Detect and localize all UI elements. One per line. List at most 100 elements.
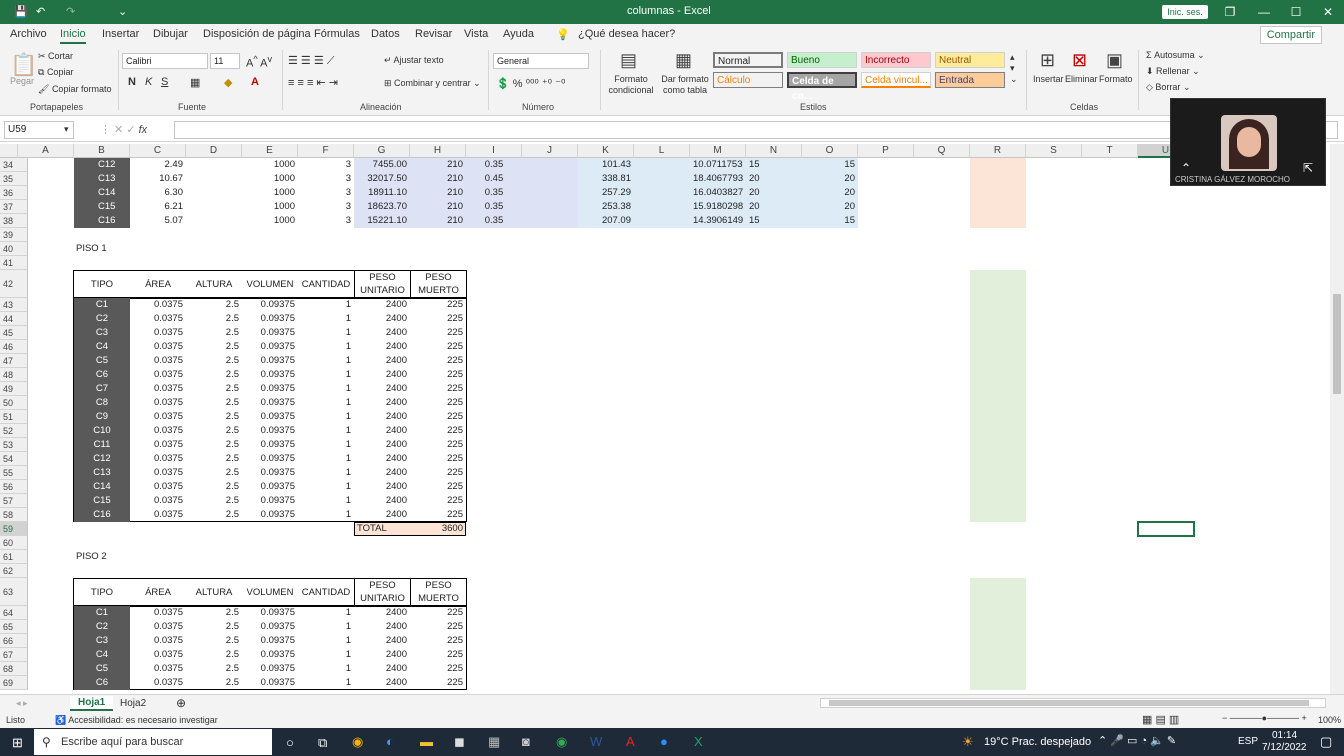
calculator-icon[interactable]: ▦ (488, 734, 500, 750)
data-cell[interactable]: 1000 (242, 172, 298, 186)
column-header[interactable]: A (18, 144, 74, 158)
row-header[interactable]: 56 (0, 480, 28, 494)
table-cell[interactable]: 0.09375 (242, 466, 298, 480)
row-header[interactable]: 34 (0, 158, 28, 172)
data-cell[interactable]: 0.35 (466, 214, 522, 228)
row-header[interactable]: 60 (0, 536, 28, 550)
redo-icon[interactable]: ↷ (66, 5, 75, 18)
select-all-corner[interactable] (0, 144, 18, 158)
column-header[interactable]: T (1082, 144, 1138, 158)
table-cell[interactable]: 0.0375 (130, 312, 186, 326)
table-cell[interactable]: 2.5 (186, 452, 242, 466)
style-celda-vinculada[interactable]: Celda vincul... (861, 72, 931, 88)
data-cell[interactable]: 20 (802, 186, 858, 200)
data-cell[interactable]: 1000 (242, 200, 298, 214)
table-cell[interactable]: 0.0375 (130, 326, 186, 340)
data-cell[interactable]: 18.4067793 (690, 172, 746, 186)
table-cell[interactable]: 2.5 (186, 508, 242, 522)
table-cell[interactable]: 0.0375 (130, 396, 186, 410)
data-cell[interactable]: 32017.50 (354, 172, 410, 186)
data-cell[interactable]: C13 (74, 172, 130, 186)
table-cell[interactable]: 2400 (354, 396, 410, 410)
row-header[interactable]: 51 (0, 410, 28, 424)
table-header[interactable]: PESO MUERTO (410, 578, 466, 606)
total-label[interactable]: TOTAL (354, 522, 410, 536)
table-cell[interactable]: 1 (298, 494, 354, 508)
row-header[interactable]: 36 (0, 186, 28, 200)
table-cell[interactable]: 1 (298, 676, 354, 690)
table-cell[interactable]: 0.0375 (130, 662, 186, 676)
table-cell[interactable]: 2400 (354, 480, 410, 494)
table-cell[interactable]: 1 (298, 410, 354, 424)
data-cell[interactable]: 1000 (242, 214, 298, 228)
table-cell[interactable]: 225 (410, 368, 466, 382)
table-cell[interactable]: 0.0375 (130, 676, 186, 690)
table-cell[interactable]: 0.0375 (130, 606, 186, 620)
data-cell[interactable]: 3 (298, 158, 354, 172)
table-cell[interactable]: 0.09375 (242, 382, 298, 396)
row-header[interactable]: 45 (0, 326, 28, 340)
table-cell[interactable]: 225 (410, 648, 466, 662)
table-cell[interactable]: 0.09375 (242, 494, 298, 508)
style-bueno[interactable]: Bueno (787, 52, 857, 68)
table-header[interactable]: ÁREA (130, 578, 186, 606)
table-cell[interactable]: 1 (298, 354, 354, 368)
vertical-scrollbar[interactable] (1330, 144, 1344, 694)
tell-me-input[interactable]: ¿Qué desea hacer? (578, 28, 675, 40)
table-cell[interactable]: 1 (298, 396, 354, 410)
table-cell[interactable]: 0.0375 (130, 438, 186, 452)
sheet-tab-hoja1[interactable]: Hoja1 (70, 696, 114, 711)
row-header[interactable]: 41 (0, 256, 28, 270)
save-icon[interactable]: 💾 (14, 5, 28, 18)
share-button[interactable]: Compartir (1259, 26, 1322, 44)
tray-icons[interactable]: ⌃ 🎤 ▭ ◔ 🔈 ✎ (1098, 734, 1176, 747)
sheet-tab-hoja2[interactable]: Hoja2 (120, 698, 146, 709)
style-neutral[interactable]: Neutral (935, 52, 1005, 68)
table-cell[interactable]: C16 (74, 508, 130, 522)
row-header[interactable]: 49 (0, 382, 28, 396)
column-header[interactable]: M (690, 144, 746, 158)
row-header[interactable]: 58 (0, 508, 28, 522)
table-cell[interactable]: 2.5 (186, 410, 242, 424)
tab-revisar[interactable]: Revisar (415, 28, 452, 40)
table-cell[interactable]: C7 (74, 382, 130, 396)
table-cell[interactable]: 2400 (354, 620, 410, 634)
qat-more-icon[interactable]: ⌄ (118, 5, 127, 18)
insert-cells-button[interactable]: Insertar (1033, 74, 1064, 84)
row-header[interactable]: 50 (0, 396, 28, 410)
add-sheet-icon[interactable]: ⊕ (176, 696, 186, 710)
row-header[interactable]: 42 (0, 270, 28, 298)
table-cell[interactable]: 0.09375 (242, 354, 298, 368)
table-cell[interactable]: 0.0375 (130, 368, 186, 382)
cut-button[interactable]: ✂ Cortar (38, 51, 73, 62)
format-cells-button[interactable]: Formato (1099, 74, 1133, 84)
zoom-slider[interactable]: − ─────●───── + (1222, 713, 1307, 723)
row-header[interactable]: 35 (0, 172, 28, 186)
table-cell[interactable]: 0.09375 (242, 634, 298, 648)
data-cell[interactable]: 15 (746, 158, 802, 172)
table-cell[interactable]: 2.5 (186, 298, 242, 312)
row-header[interactable]: 68 (0, 662, 28, 676)
table-cell[interactable]: 0.0375 (130, 424, 186, 438)
table-cell[interactable]: 225 (410, 354, 466, 368)
close-button[interactable]: ✕ (1312, 0, 1344, 24)
table-header[interactable]: PESO UNITARIO (354, 578, 410, 606)
column-header[interactable]: F (298, 144, 354, 158)
row-header[interactable]: 61 (0, 550, 28, 564)
table-header[interactable]: VOLUMEN (242, 578, 298, 606)
table-cell[interactable]: 0.09375 (242, 410, 298, 424)
table-cell[interactable]: 0.0375 (130, 410, 186, 424)
column-header[interactable]: S (1026, 144, 1082, 158)
conditional-format-icon[interactable]: ▤ (620, 50, 637, 71)
data-cell[interactable]: 15 (802, 158, 858, 172)
column-header[interactable]: N (746, 144, 802, 158)
data-cell[interactable]: 10.0711753 (690, 158, 746, 172)
column-header[interactable]: E (242, 144, 298, 158)
table-header[interactable]: ÁREA (130, 270, 186, 298)
autosum-button[interactable]: Σ Autosuma ⌄ (1146, 50, 1205, 61)
data-cell[interactable]: 14.3906149 (690, 214, 746, 228)
data-cell[interactable]: 3 (298, 172, 354, 186)
column-header[interactable]: G (354, 144, 410, 158)
bold-button[interactable]: N (128, 76, 136, 88)
table-cell[interactable]: 2400 (354, 466, 410, 480)
